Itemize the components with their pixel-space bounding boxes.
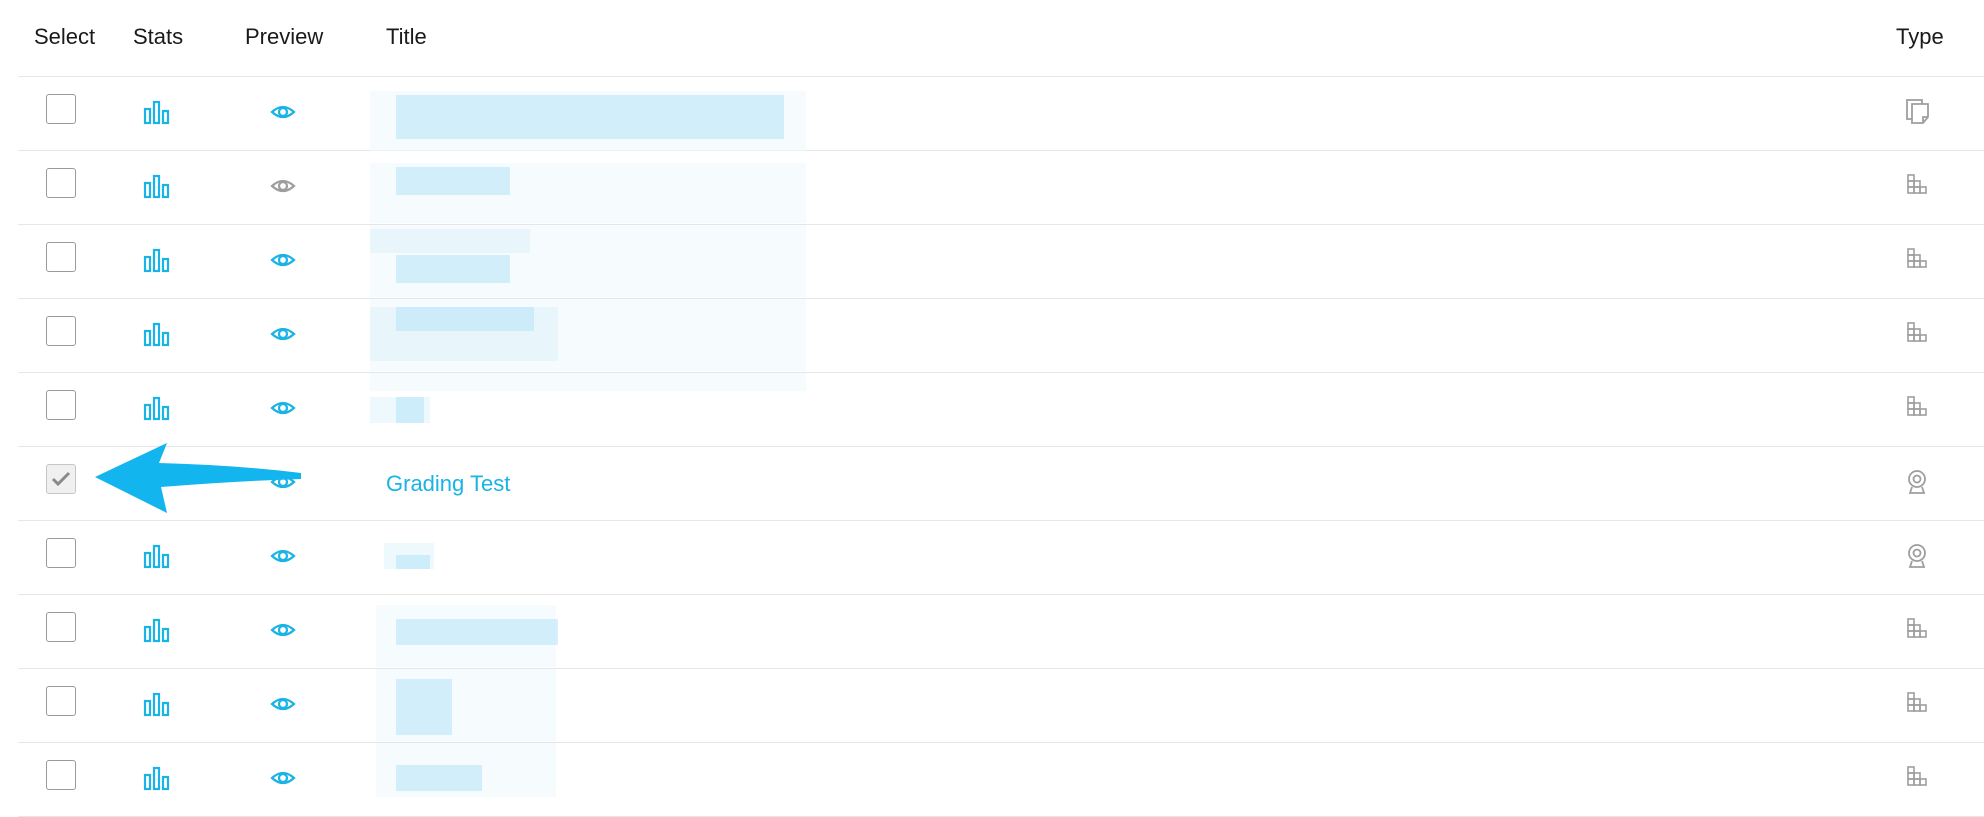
table-row [18,373,1984,447]
select-checkbox[interactable] [46,538,76,568]
building-blocks-icon [1906,247,1928,274]
checkmark-icon [51,471,71,487]
annotation-arrow-icon [95,443,301,513]
redacted-title [396,397,424,423]
redacted-title [370,373,806,391]
column-header-stats: Stats [133,24,184,49]
select-checkbox[interactable] [46,760,76,790]
stats-icon[interactable] [143,396,171,427]
building-blocks-icon [1906,173,1928,200]
redacted-title [396,555,430,569]
select-checkbox[interactable] [46,390,76,420]
table-row [18,521,1984,595]
preview-eye-icon[interactable] [270,768,296,793]
redacted-title [396,619,558,645]
redacted-title [396,765,482,791]
preview-eye-icon[interactable] [270,102,296,127]
building-blocks-icon [1906,765,1928,792]
stats-icon[interactable] [143,322,171,353]
webcam-icon [1906,543,1928,574]
table-row [18,669,1984,743]
select-checkbox[interactable] [46,94,76,124]
select-checkbox[interactable] [46,612,76,642]
select-checkbox-checked[interactable] [46,464,76,494]
stats-icon[interactable] [143,174,171,205]
column-header-type: Type [1896,24,1944,49]
select-checkbox[interactable] [46,242,76,272]
redacted-title [396,95,784,139]
title-link[interactable]: Grading Test [386,471,510,497]
preview-eye-icon[interactable] [270,250,296,275]
preview-eye-icon[interactable] [270,546,296,571]
column-header-select: Select [34,24,96,49]
redacted-title [396,679,452,735]
redacted-title [396,255,510,283]
document-icon [1906,99,1930,130]
stats-icon[interactable] [143,766,171,797]
select-checkbox[interactable] [46,686,76,716]
select-checkbox[interactable] [46,316,76,346]
preview-eye-icon[interactable] [270,176,296,201]
stats-icon[interactable] [143,100,171,131]
table-row [18,225,1984,299]
column-header-preview: Preview [245,24,324,49]
table-row [18,77,1984,151]
table-row [18,299,1984,373]
building-blocks-icon [1906,395,1928,422]
content-table: Select Stats Preview Title Type Grading … [18,0,1984,817]
building-blocks-icon [1906,617,1928,644]
building-blocks-icon [1906,321,1928,348]
redacted-title [396,167,510,195]
table-row [18,151,1984,225]
preview-eye-icon[interactable] [270,694,296,719]
stats-icon[interactable] [143,544,171,575]
table-row [18,595,1984,669]
table-row [18,743,1984,817]
building-blocks-icon [1906,691,1928,718]
redacted-title [370,229,530,253]
webcam-icon [1906,469,1928,500]
stats-icon[interactable] [143,248,171,279]
preview-eye-icon[interactable] [270,620,296,645]
column-header-title: Title [386,24,427,49]
preview-eye-icon[interactable] [270,398,296,423]
select-checkbox[interactable] [46,168,76,198]
stats-icon[interactable] [143,618,171,649]
preview-eye-icon[interactable] [270,324,296,349]
table-header: Select Stats Preview Title Type [18,0,1984,77]
stats-icon[interactable] [143,692,171,723]
redacted-title [396,307,534,331]
table-row-selected: Grading Test [18,447,1984,521]
